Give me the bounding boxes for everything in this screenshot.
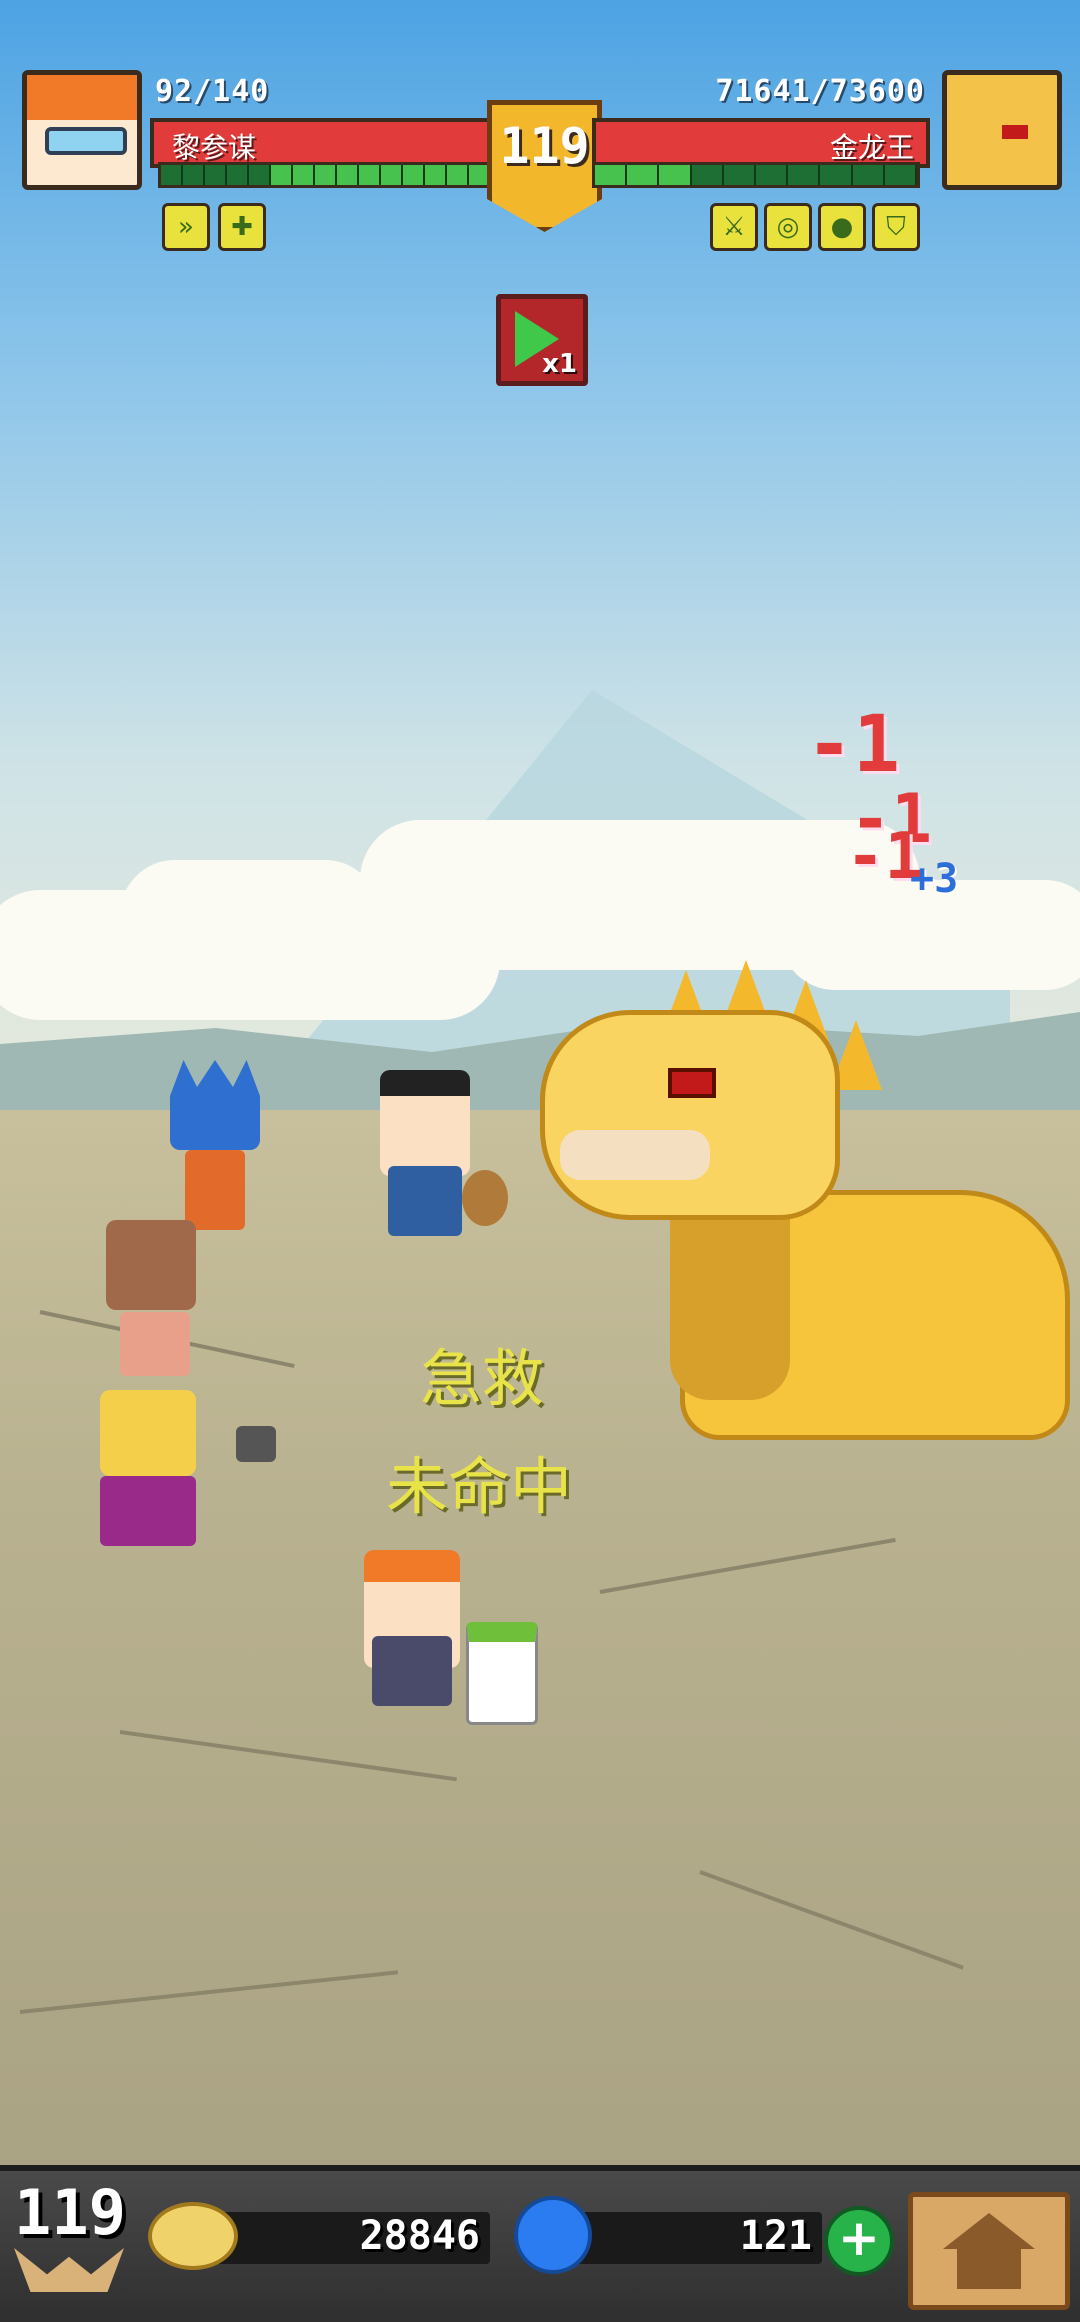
energy-segment [271, 165, 293, 185]
energy-segment [183, 165, 205, 185]
player-energy-bar [158, 162, 494, 188]
energy-segment [884, 165, 918, 185]
home-icon [943, 2213, 1035, 2249]
energy-segment [227, 165, 249, 185]
speed-toggle-button[interactable]: x1 [496, 294, 588, 386]
energy-segment [359, 165, 381, 185]
energy-segment [659, 165, 692, 185]
energy-segment [293, 165, 315, 185]
boss-name: 金龙王 [829, 131, 914, 164]
hero-blue-hair[interactable] [150, 1060, 280, 1240]
blade-buff-icon[interactable]: ⚔ [710, 203, 758, 251]
boss-energy-bar [592, 162, 920, 188]
stage-level-number: 119 [499, 117, 590, 175]
energy-segment [161, 165, 183, 185]
hero-blonde[interactable] [96, 1390, 286, 1560]
energy-segment [595, 165, 628, 185]
boss-hp-text: 71641/73600 [715, 74, 925, 109]
player-hp-text: 92/140 [155, 74, 270, 109]
glasses-icon [45, 127, 127, 155]
blue-gem-icon [514, 2196, 592, 2274]
home-button[interactable] [908, 2192, 1070, 2310]
boss-portrait [942, 70, 1062, 190]
boss-hp-bar: 金龙王 [592, 118, 930, 168]
damage-number: -1 [806, 700, 900, 790]
energy-segment [425, 165, 447, 185]
energy-segment [403, 165, 425, 185]
dragon-eye-icon [1002, 125, 1028, 139]
player-level-emblem[interactable]: 119 [6, 2176, 128, 2296]
energy-segment [447, 165, 469, 185]
energy-segment [723, 165, 757, 185]
energy-segment [249, 165, 271, 185]
player-level-number: 119 [14, 2176, 126, 2249]
energy-segment [691, 165, 724, 185]
energy-segment [788, 165, 821, 185]
player-name: 黎参谋 [172, 131, 257, 164]
energy-segment [627, 165, 660, 185]
player-portrait [22, 70, 142, 190]
energy-segment [852, 165, 885, 185]
gem-amount: 121 [739, 2213, 812, 2259]
gold-amount: 28846 [359, 2213, 480, 2259]
player-hp-bar: 黎参谋 [150, 118, 496, 168]
add-gems-button[interactable]: + [824, 2206, 894, 2276]
battle-scene: 92/140 黎参谋 119 71641/73600 金龙王 » ✚ ⚔ ◎ ●… [0, 0, 1080, 2316]
golden-dragon-boss[interactable] [540, 960, 1070, 1480]
status-text-first-aid: 急救 [420, 1342, 545, 1415]
heal-buff-icon[interactable]: ✚ [218, 203, 266, 251]
crest-icon [14, 2248, 124, 2292]
hero-orange-hair[interactable] [360, 1550, 550, 1725]
energy-segment [381, 165, 403, 185]
dash-buff-icon[interactable]: » [162, 203, 210, 251]
stone-buff-icon[interactable]: ● [818, 203, 866, 251]
energy-segment [820, 165, 853, 185]
hero-black-hair[interactable] [360, 1070, 508, 1240]
energy-segment [205, 165, 227, 185]
status-text-miss: 未命中 [386, 1450, 573, 1523]
energy-segment [337, 165, 359, 185]
heal-number: +3 [910, 856, 959, 902]
energy-segment [315, 165, 337, 185]
speed-label: x1 [542, 349, 577, 379]
energy-segment [756, 165, 789, 185]
hero-brown-hair[interactable] [96, 1220, 236, 1390]
armor-buff-icon[interactable]: ⛉ [872, 203, 920, 251]
gold-coin-icon [148, 2202, 238, 2270]
shield-buff-icon[interactable]: ◎ [764, 203, 812, 251]
